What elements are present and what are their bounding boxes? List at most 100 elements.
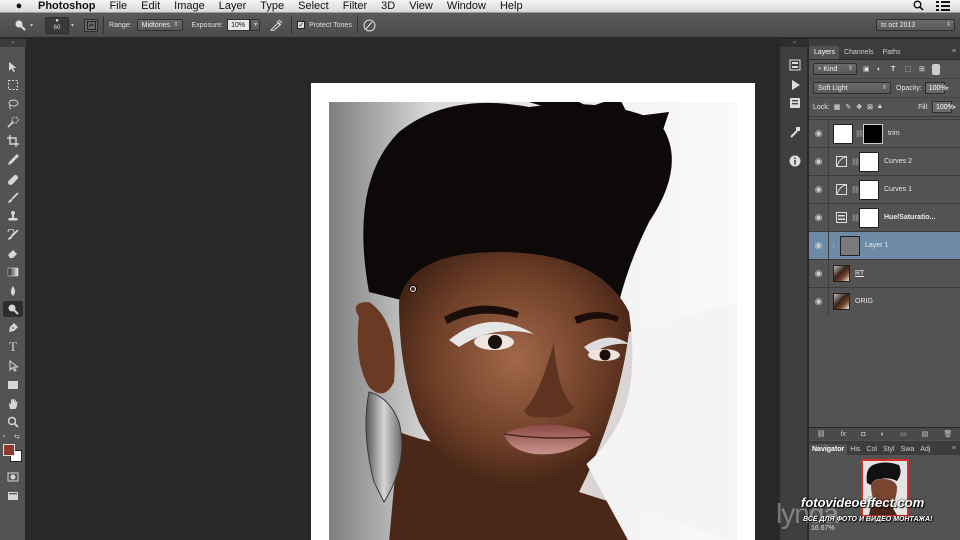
history-brush-tool-icon[interactable] <box>3 227 23 243</box>
tab-adjustments[interactable]: Adj <box>917 444 933 455</box>
navigator-menu-icon[interactable]: ≡ <box>952 445 960 455</box>
tab-channels[interactable]: Channels <box>839 46 878 59</box>
lock-all-icon[interactable]: 🔒︎ <box>878 103 882 111</box>
layer-name[interactable]: ORIG <box>855 298 873 305</box>
layer-mask-thumbnail[interactable] <box>859 179 879 200</box>
layer-row[interactable]: ◉ RT <box>809 259 960 288</box>
link-chain-icon[interactable]: ⛓ <box>855 130 864 138</box>
workspace-select[interactable]: ts oct 2013 ⇕ <box>876 19 955 31</box>
range-select[interactable]: Midtones ⇕ <box>136 19 183 31</box>
marquee-tool-icon[interactable] <box>3 77 23 93</box>
visibility-eye-icon[interactable]: ◉ <box>809 175 829 204</box>
new-adjustment-layer-icon[interactable]: ◐ <box>881 431 885 438</box>
clone-stamp-tool-icon[interactable] <box>3 208 23 224</box>
menu-window[interactable]: Window <box>447 0 486 12</box>
filter-toggle-icon[interactable] <box>932 63 940 75</box>
crop-tool-icon[interactable] <box>3 133 23 149</box>
eraser-tool-icon[interactable] <box>3 245 23 261</box>
layer-name[interactable]: RT <box>855 270 864 277</box>
layer-name[interactable]: Hue/Saturatio... <box>884 214 935 221</box>
filter-type-icon[interactable]: T <box>891 66 902 73</box>
tab-swatches[interactable]: Swa <box>898 444 918 455</box>
visibility-eye-icon[interactable]: ◉ <box>809 231 829 260</box>
dock-collapse-icon[interactable]: « <box>780 39 809 47</box>
blur-tool-icon[interactable] <box>3 283 23 299</box>
menu-3d[interactable]: 3D <box>381 0 395 12</box>
dodge-tool-icon[interactable] <box>3 301 23 317</box>
type-tool-icon[interactable]: T <box>3 339 23 355</box>
new-layer-icon[interactable]: ▤ <box>922 430 929 438</box>
layer-mask-thumbnail[interactable] <box>863 123 883 144</box>
fill-field[interactable]: 100% <box>931 101 954 113</box>
tab-navigator[interactable]: Navigator <box>809 444 848 455</box>
layer-name[interactable]: trim <box>888 130 900 137</box>
layer-row[interactable]: ◉ ⛓ Curves 2 <box>809 147 960 176</box>
layer-row-selected[interactable]: ◉ ↓ Layer 1 <box>809 231 960 260</box>
visibility-eye-icon[interactable]: ◉ <box>809 203 829 232</box>
filter-pixel-icon[interactable]: ▣ <box>863 65 874 73</box>
portrait-image[interactable] <box>329 102 737 540</box>
filter-adjustment-icon[interactable]: ◐ <box>877 66 888 73</box>
pen-tool-icon[interactable] <box>3 320 23 336</box>
protect-tones-checkbox[interactable]: ✓ <box>297 21 306 29</box>
menu-view[interactable]: View <box>409 0 433 12</box>
visibility-eye-icon[interactable]: ◉ <box>809 119 829 148</box>
add-mask-icon[interactable]: ◘ <box>861 431 865 438</box>
hand-tool-icon[interactable] <box>3 396 23 412</box>
tab-layers[interactable]: Layers <box>809 46 840 59</box>
panel-menu-icon[interactable]: ≡ <box>952 48 960 59</box>
layer-mask-thumbnail[interactable] <box>859 151 879 172</box>
brush-panel-toggle-icon[interactable] <box>84 18 99 32</box>
layer-row[interactable]: ◉ ORIG <box>809 287 960 316</box>
document-canvas[interactable] <box>27 39 778 540</box>
opacity-slider-arrow[interactable]: ▾ <box>946 85 949 92</box>
layer-name[interactable]: Layer 1 <box>865 242 888 249</box>
filter-shape-icon[interactable]: ⬚ <box>905 65 916 73</box>
brush-tool-icon[interactable] <box>3 190 23 206</box>
quick-mask-icon[interactable] <box>3 469 23 485</box>
zoom-tool-icon[interactable] <box>3 414 23 430</box>
layer-name[interactable]: Curves 1 <box>884 186 912 193</box>
brush-size-picker[interactable]: ● 60 <box>45 16 70 34</box>
history-panel-icon[interactable] <box>785 57 805 73</box>
layer-name[interactable]: Curves 2 <box>884 158 912 165</box>
lock-pixels-icon[interactable]: ✎ <box>845 103 851 111</box>
lock-position-icon[interactable]: ✥ <box>856 103 862 111</box>
link-chain-icon[interactable]: ⛓ <box>851 158 860 166</box>
lock-transparent-icon[interactable]: ▦ <box>834 103 841 111</box>
link-chain-icon[interactable]: ⛓ <box>851 186 860 194</box>
exposure-slider-toggle[interactable]: ▾ <box>250 19 261 31</box>
lock-artboard-icon[interactable]: ⊠ <box>867 103 873 111</box>
blend-mode-select[interactable]: Soft Light ⇕ <box>813 82 891 94</box>
layer-row[interactable]: ◉ ⛓ Hue/Saturatio... <box>809 203 960 232</box>
brush-dropdown-arrow[interactable]: ▾ <box>71 22 74 29</box>
swap-colors-icon[interactable]: ⇆ <box>14 433 20 441</box>
tab-history[interactable]: His <box>847 444 863 455</box>
airbrush-icon[interactable] <box>270 19 286 31</box>
tab-styles[interactable]: Styl <box>880 444 898 455</box>
properties-panel-icon[interactable] <box>785 95 805 111</box>
layer-mask-thumbnail[interactable] <box>859 207 879 228</box>
info-icon[interactable] <box>785 153 805 169</box>
healing-brush-tool-icon[interactable] <box>3 172 23 188</box>
dodge-tool-preset-icon[interactable] <box>14 19 30 31</box>
rectangle-tool-icon[interactable] <box>3 377 23 393</box>
layer-style-fx-icon[interactable]: fx <box>841 431 846 438</box>
apple-icon[interactable]: ● <box>12 0 26 12</box>
lasso-tool-icon[interactable] <box>3 96 23 112</box>
filter-smart-object-icon[interactable]: ⊞ <box>919 65 930 73</box>
layer-row[interactable]: ◉ ⛓ trim <box>809 119 960 148</box>
menu-image[interactable]: Image <box>174 0 205 12</box>
tool-presets-icon[interactable] <box>785 124 805 140</box>
eyedropper-tool-icon[interactable] <box>3 152 23 168</box>
preset-dropdown-arrow[interactable]: ▾ <box>30 22 33 29</box>
filter-kind-select[interactable]: ⌕ Kind ⇕ <box>813 63 857 75</box>
visibility-eye-icon[interactable]: ◉ <box>809 147 829 176</box>
delete-layer-trash-icon[interactable]: 🗑︎ <box>943 430 952 438</box>
fill-slider-arrow[interactable]: ▾ <box>953 104 956 111</box>
menu-type[interactable]: Type <box>260 0 284 12</box>
menu-file[interactable]: File <box>109 0 127 12</box>
actions-play-icon[interactable] <box>785 77 805 93</box>
screen-mode-icon[interactable] <box>3 488 23 504</box>
menu-layer[interactable]: Layer <box>219 0 247 12</box>
